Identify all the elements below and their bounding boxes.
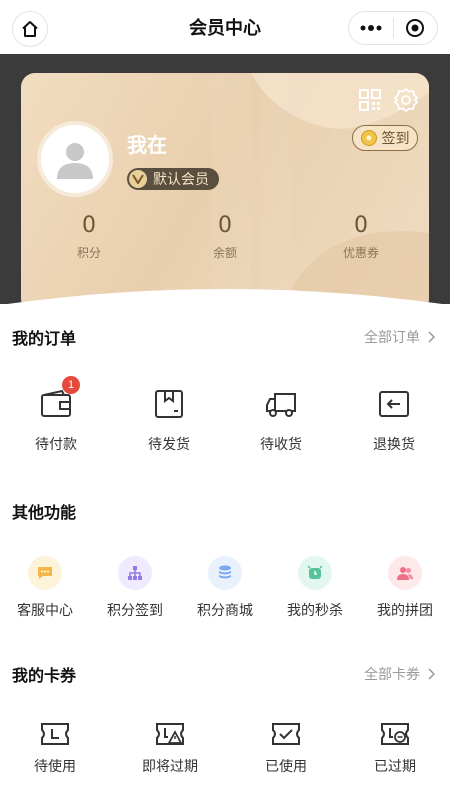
function-label: 积分签到 [107, 603, 163, 619]
stat-balance[interactable]: 0 余额 [165, 213, 285, 261]
order-label: 待收货 [260, 437, 302, 453]
all-orders-label: 全部订单 [364, 330, 420, 346]
function-label: 我的秒杀 [287, 603, 343, 619]
coupons-title: 我的卡券 [12, 666, 77, 685]
points-signin[interactable]: 积分签到 [90, 556, 180, 620]
chevron-right-icon [428, 668, 436, 680]
stat-value: 0 [354, 213, 368, 238]
target-icon [406, 19, 425, 37]
clock-icon-circle [298, 556, 332, 590]
customer-service[interactable]: 客服中心 [0, 556, 90, 620]
chat-icon-circle [28, 556, 62, 590]
settings-button[interactable] [393, 87, 419, 113]
coupon-label: 待使用 [34, 759, 76, 775]
stat-label: 余额 [212, 246, 237, 260]
function-label: 积分商城 [197, 603, 253, 619]
order-label: 退换货 [373, 437, 415, 453]
count-badge: 1 [62, 376, 80, 394]
stat-points[interactable]: 0 积分 [29, 213, 149, 261]
ticket-warning-icon [156, 723, 184, 745]
coupon-label: 即将过期 [142, 759, 198, 775]
function-label: 客服中心 [17, 603, 73, 619]
stat-coupons[interactable]: 0 优惠券 [301, 213, 421, 261]
users-icon-circle [388, 556, 422, 590]
member-card: 我在 默认会员 签到 0 积分 0 余额 0 优惠券 [21, 73, 429, 313]
order-label: 待发货 [148, 437, 190, 453]
signin-button[interactable]: 签到 [352, 125, 418, 151]
stat-value: 0 [218, 213, 232, 238]
my-flash-sale[interactable]: 我的秒杀 [270, 556, 360, 620]
coupon-label: 已使用 [265, 759, 307, 775]
close-miniprogram-button[interactable] [394, 12, 438, 44]
signin-label: 签到 [381, 131, 410, 147]
coins-icon-circle [208, 556, 242, 590]
member-level-badge: 默认会员 [127, 168, 219, 190]
miniprogram-capsule [348, 11, 438, 45]
more-button[interactable] [349, 12, 393, 44]
order-return[interactable]: 退换货 [349, 388, 439, 454]
clock-icon [307, 565, 323, 579]
ticket-expired-icon [381, 723, 409, 745]
order-pending-shipment[interactable]: 待发货 [124, 388, 214, 454]
more-icon [360, 25, 382, 31]
qrcode-button[interactable] [358, 88, 382, 112]
qrcode-icon [359, 89, 381, 111]
users-icon [397, 567, 413, 580]
my-group-buy[interactable]: 我的拼团 [360, 556, 450, 620]
member-level: 默认会员 [153, 172, 209, 188]
functions-title: 其他功能 [12, 503, 77, 522]
avatar[interactable] [37, 121, 113, 197]
network-icon [128, 566, 142, 580]
coin-icon [360, 130, 377, 146]
navigation-bar: 会员中心 [0, 0, 450, 54]
curve-divider [0, 289, 450, 323]
chat-icon [38, 567, 52, 579]
truck-icon [266, 393, 296, 417]
coupon-unused[interactable]: 待使用 [10, 720, 100, 776]
vip-icon [129, 170, 147, 188]
all-coupons-link[interactable]: 全部卡券 [364, 664, 436, 684]
orders-title: 我的订单 [12, 329, 77, 348]
points-mall[interactable]: 积分商城 [180, 556, 270, 620]
order-pending-payment[interactable]: 1 待付款 [11, 376, 101, 454]
coupon-expired[interactable]: 已过期 [350, 720, 440, 776]
ticket-icon [41, 723, 69, 745]
coins-icon [219, 565, 231, 579]
all-orders-link[interactable]: 全部订单 [364, 327, 436, 347]
stat-label: 优惠券 [342, 246, 379, 260]
coupon-label: 已过期 [374, 759, 416, 775]
return-icon [379, 391, 409, 417]
order-pending-receipt[interactable]: 待收货 [236, 388, 326, 454]
username: 我在 [127, 133, 167, 157]
ticket-check-icon [272, 723, 300, 745]
stat-label: 积分 [76, 246, 101, 260]
coupon-used[interactable]: 已使用 [241, 720, 331, 776]
gear-icon [394, 88, 418, 112]
order-label: 待付款 [35, 437, 77, 453]
all-coupons-label: 全部卡券 [364, 667, 420, 683]
stat-value: 0 [82, 213, 96, 238]
user-placeholder-icon [57, 143, 93, 179]
network-icon-circle [118, 556, 152, 590]
chevron-right-icon [428, 331, 436, 343]
box-icon [155, 390, 183, 418]
function-label: 我的拼团 [377, 603, 433, 619]
coupon-expiring[interactable]: 即将过期 [125, 720, 215, 776]
